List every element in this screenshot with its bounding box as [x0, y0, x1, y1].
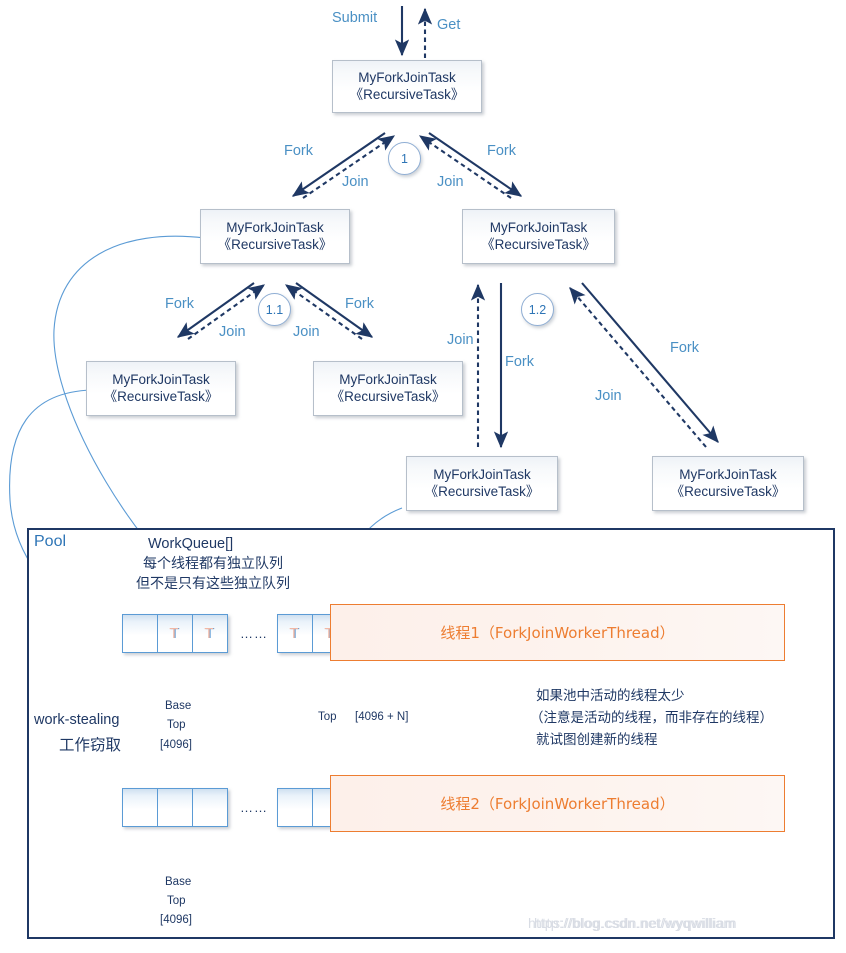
- task-title: MyForkJoinTask: [226, 219, 324, 235]
- task-stereotype: 《RecursiveTask》: [349, 86, 465, 102]
- index-label-1: [4096]: [160, 739, 192, 751]
- queue-ellipsis-2: ……: [240, 800, 268, 815]
- queue-cell[interactable]: [157, 788, 193, 827]
- task-title: MyForkJoinTask: [358, 69, 456, 85]
- join-label-l1-right: Join: [293, 324, 320, 340]
- task-title: MyForkJoinTask: [433, 466, 531, 482]
- join-label-root-right: Join: [437, 174, 464, 190]
- base-label-2: Base: [165, 876, 192, 888]
- task-stereotype: 《RecursiveTask》: [670, 483, 786, 499]
- fork-label-root-right: Fork: [487, 143, 516, 159]
- task-box-level2-a[interactable]: MyForkJoinTask 《RecursiveTask》: [86, 361, 236, 416]
- fork-label-l1-left: Fork: [165, 296, 194, 312]
- work-queue-1-left-group[interactable]: T T: [122, 614, 228, 653]
- top-right-label: Top: [318, 711, 337, 723]
- work-queue-2-left-group[interactable]: [122, 788, 228, 827]
- workqueue-note-line2: 但不是只有这些独立队列: [136, 576, 290, 592]
- queue-cell[interactable]: [277, 788, 313, 827]
- work-stealing-label-en: work-stealing: [34, 712, 120, 728]
- get-label: Get: [437, 17, 461, 33]
- step-circle-1-2: 1.2: [521, 293, 554, 326]
- task-stereotype: 《RecursiveTask》: [481, 236, 596, 252]
- task-box-root[interactable]: MyForkJoinTask 《RecursiveTask》: [332, 60, 482, 113]
- queue-cell-task[interactable]: T: [192, 614, 228, 653]
- task-token: T: [169, 625, 179, 642]
- task-title: MyForkJoinTask: [112, 371, 210, 387]
- watermark-text-b: http://blog.csdn.net/wyqwilliam: [534, 915, 736, 931]
- queue-cell-task[interactable]: T: [157, 614, 193, 653]
- task-box-level2-c[interactable]: MyForkJoinTask 《RecursiveTask》: [406, 456, 558, 511]
- submit-label: Submit: [332, 10, 378, 26]
- pool-label: Pool: [34, 533, 67, 550]
- task-box-level1-left[interactable]: MyForkJoinTask 《RecursiveTask》: [200, 209, 350, 264]
- join-label-r1-right: Join: [595, 388, 622, 404]
- fork-label-r1-right: Fork: [670, 340, 699, 356]
- fork-label-l1-right: Fork: [345, 296, 374, 312]
- top-label-1: Top: [167, 719, 186, 731]
- join-label-root-left: Join: [342, 174, 369, 190]
- fork-label-root-left: Fork: [284, 143, 313, 159]
- step-circle-1: 1: [388, 142, 421, 175]
- step-circle-1-1: 1.1: [258, 293, 291, 326]
- task-stereotype: 《RecursiveTask》: [217, 236, 333, 252]
- fork-label-r1-down: Fork: [505, 354, 534, 370]
- pool-growth-note-line1: 如果池中活动的线程太少: [536, 688, 685, 704]
- task-stereotype: 《RecursiveTask》: [424, 483, 540, 499]
- top-label-2: Top: [167, 895, 186, 907]
- thread-1-box[interactable]: 线程1（ForkJoinWorkerThread）: [330, 604, 785, 661]
- pool-growth-note-line2: （注意是活动的线程，而非存在的线程）: [530, 710, 773, 726]
- queue-ellipsis-1: ……: [240, 626, 268, 641]
- thread-2-box[interactable]: 线程2（ForkJoinWorkerThread）: [330, 775, 785, 832]
- queue-cell[interactable]: [122, 788, 158, 827]
- base-label-1: Base: [165, 700, 192, 712]
- task-stereotype: 《RecursiveTask》: [103, 388, 219, 404]
- pool-growth-note-line3: 就试图创建新的线程: [536, 732, 658, 748]
- index-4096-n-label: [4096 + N]: [355, 711, 409, 723]
- queue-cell-task[interactable]: T: [277, 614, 313, 653]
- index-label-2: [4096]: [160, 914, 192, 926]
- task-box-level2-d[interactable]: MyForkJoinTask 《RecursiveTask》: [652, 456, 804, 511]
- task-token: T: [289, 625, 299, 642]
- diagram-canvas: Submit Get MyForkJoinTask 《RecursiveTask…: [0, 0, 846, 953]
- queue-cell[interactable]: [192, 788, 228, 827]
- workqueue-header: WorkQueue[]: [148, 536, 234, 552]
- task-title: MyForkJoinTask: [489, 219, 588, 235]
- task-box-level2-b[interactable]: MyForkJoinTask 《RecursiveTask》: [313, 361, 463, 416]
- task-stereotype: 《RecursiveTask》: [330, 388, 446, 404]
- task-token: T: [204, 625, 214, 642]
- queue-cell[interactable]: [122, 614, 158, 653]
- join-label-r1-down: Join: [447, 332, 474, 348]
- join-label-l1-left: Join: [219, 324, 246, 340]
- task-title: MyForkJoinTask: [679, 466, 777, 482]
- task-box-level1-right[interactable]: MyForkJoinTask 《RecursiveTask》: [462, 209, 615, 264]
- workqueue-note-line1: 每个线程都有独立队列: [143, 556, 283, 572]
- watermark: https://blog.csdn.net/wyqwilliam http://…: [528, 915, 737, 931]
- task-title: MyForkJoinTask: [339, 371, 437, 387]
- work-stealing-label-cn: 工作窃取: [59, 736, 122, 754]
